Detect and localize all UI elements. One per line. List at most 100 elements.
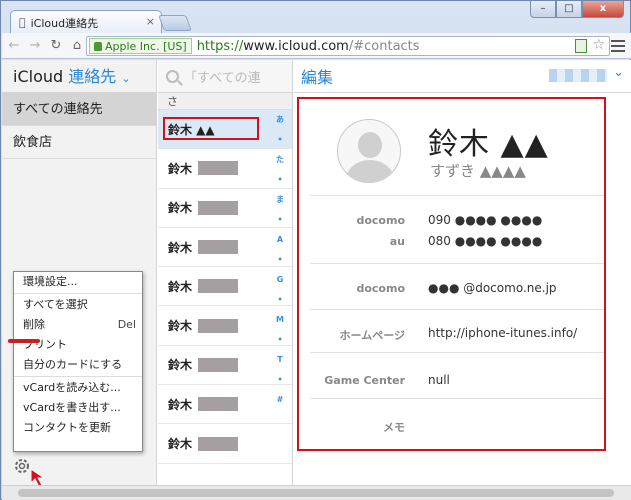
redacted-name-block (198, 436, 239, 451)
sidebar-header: iCloud 連絡先 ⌄ (2, 60, 156, 93)
email-label: docomo (356, 282, 405, 295)
close-window-button[interactable]: x (582, 1, 624, 18)
maximize-button[interactable]: □ (556, 1, 582, 18)
app-switcher[interactable]: 連絡先 ⌄ (68, 67, 130, 86)
alphabet-index[interactable]: あ • た • ま • A • G • M • T • # (274, 110, 286, 410)
search-placeholder: 「すべての連 (184, 70, 261, 86)
menu-item-print[interactable]: プリント (14, 335, 142, 355)
index-letter[interactable]: あ (274, 110, 286, 130)
url-text: https://www.icloud.com/#contacts (197, 39, 420, 54)
memo-label: メモ (383, 421, 405, 434)
sidebar-item-restaurants[interactable]: 飲食店 (2, 126, 156, 159)
bookmark-star-icon[interactable]: ☆ (592, 37, 605, 53)
menu-item-import-vcard[interactable]: vCardを読み込む... (14, 378, 142, 398)
scrollbar-thumb[interactable] (18, 489, 614, 497)
index-letter[interactable]: # (274, 390, 286, 410)
account-name-blurred[interactable] (549, 69, 607, 82)
contact-row[interactable]: 鈴木 (158, 267, 292, 307)
menu-item-select-all[interactable]: すべてを選択 (14, 295, 142, 315)
browser-window:  iCloud連絡先 × – □ x ← → ↻ ⌂ Apple Inc. [… (0, 0, 631, 500)
page-action-icon[interactable] (575, 39, 587, 53)
index-letter[interactable]: • (274, 130, 286, 150)
forward-arrow-icon[interactable]: → (26, 38, 44, 53)
app-name: iCloud (13, 67, 64, 86)
groups-sidebar: iCloud 連絡先 ⌄ すべての連絡先 飲食店 環境設定... すべてを選択 … (2, 60, 157, 485)
contact-row-name: 鈴木 (168, 397, 193, 412)
contact-detail: 編集 ⌄ 鈴木 ▲▲ すずき ▲▲▲▲ docomo 090 ●●●● ●●●●… (294, 60, 631, 485)
divider (310, 195, 604, 196)
menu-item-refresh-contacts[interactable]: コンタクトを更新 (14, 418, 142, 438)
search-input[interactable]: 「すべての連 (158, 60, 292, 93)
phone-value-2[interactable]: 080 ●●●● ●●●● (428, 234, 542, 248)
contact-row[interactable]: 鈴木 ▲▲ (158, 110, 292, 150)
contact-row-name: 鈴木 (168, 161, 193, 176)
homepage-value[interactable]: http://iphone-itunes.info/ (428, 326, 577, 340)
horizontal-scrollbar[interactable] (2, 485, 631, 500)
redacted-name-block (198, 279, 239, 294)
gear-icon[interactable] (13, 457, 31, 475)
menu-separator (14, 376, 142, 377)
lock-icon (94, 41, 102, 51)
address-bar[interactable]: Apple Inc. [US] https://www.icloud.com/#… (86, 36, 610, 56)
browser-tab[interactable]:  iCloud連絡先 × (10, 10, 162, 34)
index-letter[interactable]: • (274, 290, 286, 310)
minimize-button[interactable]: – (530, 1, 556, 18)
redacted-name-block (198, 200, 239, 215)
menu-item-delete[interactable]: 削除 Del (14, 315, 142, 335)
avatar (337, 119, 401, 183)
home-icon[interactable]: ⌂ (68, 38, 86, 53)
edit-button[interactable]: 編集 (301, 64, 333, 88)
contact-row[interactable]: 鈴木 (158, 306, 292, 346)
index-letter[interactable]: • (274, 210, 286, 230)
contact-row[interactable]: 鈴木 (158, 424, 292, 464)
chevron-down-icon: ⌄ (121, 72, 131, 85)
tab-close-icon[interactable]: × (146, 15, 155, 28)
contact-row-name: 鈴木 (168, 358, 193, 373)
selection-highlight-annotation (163, 117, 259, 140)
contact-row[interactable]: 鈴木 (158, 346, 292, 386)
phone-label-2: au (389, 235, 405, 248)
contact-row-name: 鈴木 (168, 240, 193, 255)
index-letter[interactable]: A (274, 230, 286, 250)
contact-row[interactable]: 鈴木 (158, 149, 292, 189)
contact-row[interactable]: 鈴木 (158, 228, 292, 268)
url-path: /#contacts (348, 38, 420, 54)
index-letter[interactable]: ま (274, 190, 286, 210)
sidebar-item-all-contacts[interactable]: すべての連絡先 (2, 93, 156, 126)
ev-certificate-badge[interactable]: Apple Inc. [US] (89, 38, 192, 54)
index-letter[interactable]: • (274, 370, 286, 390)
reload-icon[interactable]: ↻ (47, 38, 65, 53)
index-letter[interactable]: T (274, 350, 286, 370)
menu-item-preferences[interactable]: 環境設定... (14, 272, 142, 292)
back-arrow-icon[interactable]: ← (5, 38, 23, 53)
search-icon (166, 69, 179, 83)
browser-toolbar: ← → ↻ ⌂ Apple Inc. [US] https://www.iclo… (2, 33, 631, 59)
menu-icon[interactable] (611, 37, 627, 53)
divider (310, 352, 604, 353)
index-letter[interactable]: G (274, 270, 286, 290)
index-letter[interactable]: • (274, 170, 286, 190)
index-letter[interactable]: • (274, 330, 286, 350)
index-letter[interactable]: M (274, 310, 286, 330)
phone-value-1[interactable]: 090 ●●●● ●●●● (428, 213, 542, 227)
contact-row[interactable]: 鈴木 (158, 189, 292, 228)
url-scheme: https:// (196, 38, 244, 54)
contact-name: 鈴木 ▲▲ (428, 127, 549, 162)
contact-row[interactable]: 鈴木 (158, 385, 292, 425)
index-letter[interactable]: • (274, 250, 286, 270)
menu-item-export-vcard[interactable]: vCardを書き出す... (14, 398, 142, 418)
contact-rows: 鈴木 ▲▲ 鈴木 鈴木 鈴木 鈴木 鈴木 鈴木 鈴木 鈴木 (158, 110, 292, 464)
chevron-down-icon[interactable]: ⌄ (613, 65, 624, 80)
apple-icon:  (19, 16, 26, 29)
contact-row-name: 鈴木 (168, 437, 193, 452)
redacted-name-block (198, 318, 239, 333)
tab-title: iCloud連絡先 (24, 16, 98, 30)
annotation-underline (8, 339, 40, 343)
game-center-value[interactable]: null (428, 373, 450, 387)
new-tab-button[interactable] (158, 15, 192, 31)
app-section-label: 連絡先 (68, 67, 117, 86)
email-value[interactable]: ●●● @docomo.ne.jp (428, 281, 557, 295)
menu-item-make-my-card[interactable]: 自分のカードにする (14, 355, 142, 375)
delete-shortcut: Del (117, 318, 136, 331)
index-letter[interactable]: た (274, 150, 286, 170)
